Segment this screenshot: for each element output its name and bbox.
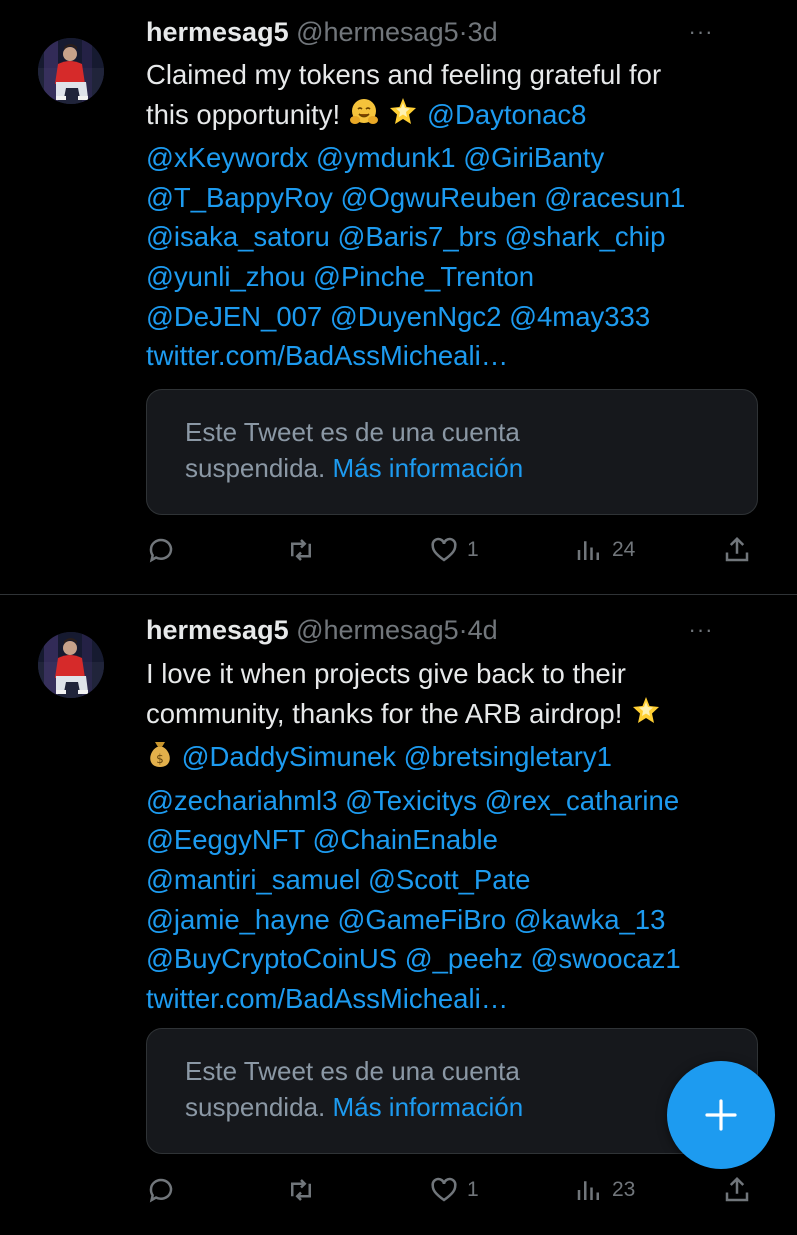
quote-text-line2: suspendida. bbox=[185, 453, 333, 483]
reply-button[interactable] bbox=[146, 1170, 176, 1210]
tweet-line: this opportunity! @Daytonac8 bbox=[146, 95, 776, 139]
mention-line[interactable]: @zechariahml3 @Texicitys @rex_catharine bbox=[146, 781, 776, 821]
separator: · bbox=[458, 17, 468, 47]
suspended-quote-card[interactable]: Este Tweet es de una cuenta suspendida. … bbox=[146, 1028, 758, 1154]
share-button[interactable] bbox=[722, 530, 752, 570]
more-options-icon[interactable]: ··· bbox=[685, 15, 717, 49]
glowing-star-icon bbox=[387, 96, 419, 139]
mention-line[interactable]: @EeggyNFT @ChainEnable bbox=[146, 820, 776, 860]
retweet-icon bbox=[291, 539, 311, 561]
share-button[interactable] bbox=[722, 1170, 752, 1210]
tweet-text: I love it when projects give back to the… bbox=[146, 654, 776, 1018]
view-count: 23 bbox=[612, 1178, 636, 1201]
user-handle[interactable]: @hermesag5 bbox=[296, 615, 459, 645]
reply-button[interactable] bbox=[146, 530, 176, 570]
hugging-face-icon bbox=[348, 96, 380, 139]
views-button[interactable]: 23 bbox=[574, 1170, 635, 1210]
mention-line[interactable]: @mantiri_samuel @Scott_Pate bbox=[146, 860, 776, 900]
like-count: 1 bbox=[467, 538, 479, 561]
avatar-image bbox=[38, 38, 104, 104]
display-name[interactable]: hermesag5 bbox=[146, 615, 289, 645]
action-bar: 1 24 bbox=[146, 530, 758, 570]
tweet-header: hermesag5 @hermesag5·3d ··· bbox=[146, 15, 757, 49]
views-button[interactable]: 24 bbox=[574, 530, 635, 570]
quote-text-line1: Este Tweet es de una cuenta bbox=[185, 417, 520, 447]
line-text: Claimed my tokens and feeling grateful f… bbox=[146, 59, 662, 90]
plus-icon bbox=[705, 1099, 737, 1131]
mention-line[interactable]: @T_BappyRoy @OgwuReuben @racesun1 bbox=[146, 178, 776, 218]
url-link[interactable]: twitter.com/BadAssMicheali… bbox=[146, 336, 776, 376]
more-info-link[interactable]: Más información bbox=[332, 453, 523, 483]
tweet-line: $ @DaddySimunek @bretsingletary1 bbox=[146, 737, 776, 781]
svg-text:$: $ bbox=[156, 752, 164, 766]
user-handle[interactable]: @hermesag5 bbox=[296, 17, 459, 47]
more-options-icon[interactable]: ··· bbox=[685, 613, 717, 647]
share-icon bbox=[725, 1176, 749, 1202]
suspended-quote-card[interactable]: Este Tweet es de una cuenta suspendida. … bbox=[146, 389, 758, 515]
views-icon bbox=[577, 1181, 599, 1200]
avatar-image bbox=[38, 632, 104, 698]
quote-text-line2: suspendida. bbox=[185, 1092, 333, 1122]
timestamp[interactable]: 3d bbox=[468, 17, 498, 47]
avatar[interactable] bbox=[38, 632, 104, 698]
tweet[interactable]: hermesag5 @hermesag5·3d ··· Claimed my t… bbox=[0, 0, 797, 595]
action-bar: 1 23 bbox=[146, 1170, 758, 1210]
line-text: this opportunity! bbox=[146, 98, 348, 130]
mention-line[interactable]: @xKeywordx @ymdunk1 @GiriBanty bbox=[146, 138, 776, 178]
quote-text-line1: Este Tweet es de una cuenta bbox=[185, 1056, 520, 1086]
reply-icon bbox=[149, 538, 173, 563]
glowing-star-icon bbox=[630, 695, 662, 738]
line-text: community, thanks for the ARB airdrop! bbox=[146, 697, 631, 729]
mention-link[interactable]: @DaddySimunek @bretsingletary1 bbox=[174, 741, 612, 772]
display-name[interactable]: hermesag5 bbox=[146, 17, 289, 47]
tweet-line: community, thanks for the ARB airdrop! bbox=[146, 694, 776, 738]
money-bag-icon: $ bbox=[146, 738, 174, 781]
view-count: 24 bbox=[612, 538, 636, 561]
tweet-line: I love it when projects give back to the… bbox=[146, 654, 776, 694]
line-text: I love it when projects give back to the… bbox=[146, 658, 626, 689]
mention-line[interactable]: @yunli_zhou @Pinche_Trenton bbox=[146, 257, 776, 297]
tweet-line: Claimed my tokens and feeling grateful f… bbox=[146, 55, 776, 95]
mention-line[interactable]: @isaka_satoru @Baris7_brs @shark_chip bbox=[146, 217, 776, 257]
more-info-link[interactable]: Más información bbox=[332, 1092, 523, 1122]
mention-line[interactable]: @jamie_hayne @GameFiBro @kawka_13 bbox=[146, 900, 776, 940]
like-button[interactable]: 1 bbox=[429, 1170, 479, 1210]
reply-icon bbox=[149, 1178, 173, 1203]
views-icon bbox=[577, 541, 599, 560]
heart-icon bbox=[431, 537, 457, 562]
mention-link[interactable]: @Daytonac8 bbox=[419, 99, 586, 130]
timestamp[interactable]: 4d bbox=[468, 615, 498, 645]
share-icon bbox=[725, 536, 749, 562]
compose-tweet-button[interactable] bbox=[667, 1061, 775, 1169]
retweet-button[interactable] bbox=[286, 1170, 316, 1210]
mention-line[interactable]: @DeJEN_007 @DuyenNgc2 @4may333 bbox=[146, 297, 776, 337]
separator: · bbox=[458, 615, 468, 645]
tweet-header: hermesag5 @hermesag5·4d ··· bbox=[146, 613, 757, 647]
like-button[interactable]: 1 bbox=[429, 530, 479, 570]
url-link[interactable]: twitter.com/BadAssMicheali… bbox=[146, 979, 776, 1019]
like-count: 1 bbox=[467, 1178, 479, 1201]
avatar[interactable] bbox=[38, 38, 104, 104]
retweet-icon bbox=[291, 1179, 311, 1201]
heart-icon bbox=[431, 1177, 457, 1202]
tweet-text: Claimed my tokens and feeling grateful f… bbox=[146, 55, 776, 376]
mention-line[interactable]: @BuyCryptoCoinUS @_peehz @swoocaz1 bbox=[146, 939, 776, 979]
retweet-button[interactable] bbox=[286, 530, 316, 570]
